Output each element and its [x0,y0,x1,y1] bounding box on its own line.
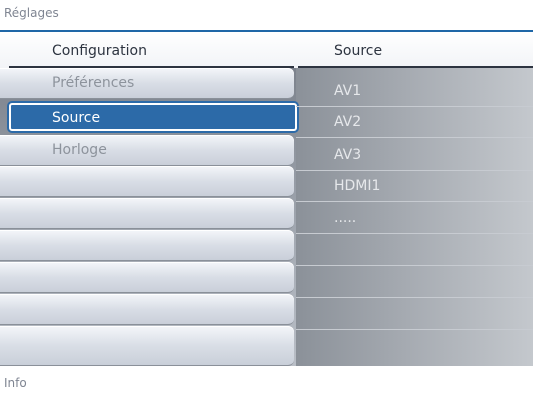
left-column-header: Configuration [52,43,147,59]
source-option-label: AV1 [334,83,362,99]
source-option-blank[interactable] [296,235,533,266]
window-title: Réglages [4,6,59,20]
source-option-av3[interactable]: AV3 [296,140,533,171]
menu-item-blank[interactable] [0,198,294,229]
menu-item-horloge[interactable]: Horloge [0,135,294,166]
source-option-blank[interactable] [296,299,533,330]
source-option-av2[interactable]: AV2 [296,107,533,138]
source-option-label: ..... [334,210,357,226]
info-bar: Info [0,366,533,418]
source-option-av1[interactable]: AV1 [296,76,533,107]
source-option-blank[interactable] [296,267,533,298]
source-option-label: HDMI1 [334,178,381,194]
source-option-hdmi1[interactable]: HDMI1 [296,171,533,202]
menu-item-preferences[interactable]: Préférences [0,68,294,99]
menu-item-blank[interactable] [0,166,294,197]
source-option-blank[interactable] [296,331,533,362]
source-option-label: AV3 [334,147,362,163]
menu-item-blank[interactable] [0,294,294,325]
info-label: Info [4,376,27,390]
menu-item-source[interactable]: Source [9,103,297,131]
menu-item-label: Horloge [52,142,107,158]
menu-item-label: Source [52,110,101,126]
menu-item-blank[interactable] [0,262,294,293]
menu-item-blank[interactable] [0,326,294,366]
source-option-more[interactable]: ..... [296,203,533,234]
title-bar: Réglages [0,0,533,30]
menu-item-blank[interactable] [0,230,294,261]
menu-header: Configuration Source [0,32,533,68]
source-option-label: AV2 [334,114,362,130]
right-column-header: Source [334,43,383,59]
menu-item-label: Préférences [52,75,135,91]
